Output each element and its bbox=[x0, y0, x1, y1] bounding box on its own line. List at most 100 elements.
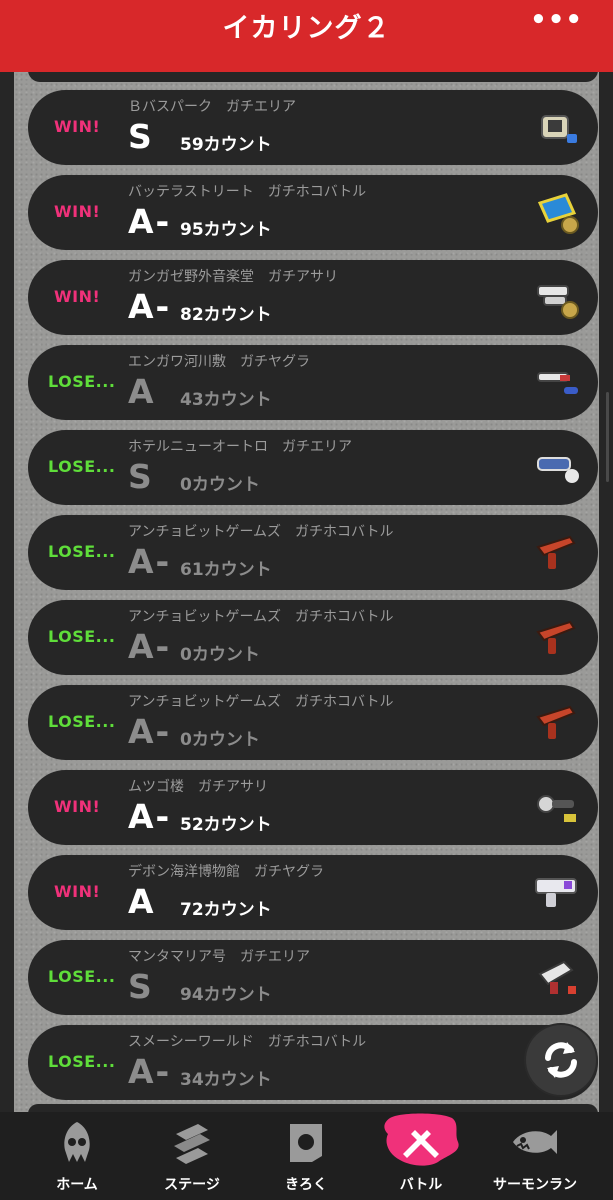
result-label: LOSE... bbox=[48, 967, 116, 986]
mode-name: ガチヤグラ bbox=[254, 864, 324, 880]
tab-label: サーモンラン bbox=[493, 1177, 577, 1193]
weapon-icon bbox=[538, 960, 576, 994]
stage-mode-label: デボン海洋博物館 ガチヤグラ bbox=[128, 861, 324, 881]
mode-name: ガチホコバトル bbox=[267, 1034, 367, 1050]
rank-label: A- bbox=[128, 202, 172, 241]
count-label: 34カウント bbox=[180, 1070, 272, 1090]
app-title: イカリング２ bbox=[222, 13, 391, 44]
mode-name: ガチエリア bbox=[240, 949, 310, 965]
result-label: LOSE... bbox=[48, 457, 116, 476]
bottom-navigation: ホーム ステージ きろく バトル サーモンラン bbox=[0, 1112, 613, 1200]
battle-card[interactable]: LOSE... アンチョビットゲームズ ガチホコバトル A- 61カウント bbox=[28, 515, 598, 590]
stage-mode-label: ムツゴ楼 ガチアサリ bbox=[128, 776, 268, 796]
result-label: WIN! bbox=[54, 797, 101, 816]
count-label: 59カウント bbox=[180, 135, 272, 155]
result-label: LOSE... bbox=[48, 1052, 116, 1071]
stage-mode-label: ガンガゼ野外音楽堂 ガチアサリ bbox=[128, 266, 338, 286]
tab-label: きろく bbox=[285, 1177, 327, 1193]
tab-home[interactable]: ホーム bbox=[16, 1112, 138, 1200]
stage-mode-label: アンチョビットゲームズ ガチホコバトル bbox=[128, 606, 393, 626]
battle-list[interactable]: WIN! Ｂバスパーク ガチエリア S 59カウント WIN! バッテラストリー… bbox=[14, 72, 599, 1112]
battle-card[interactable]: LOSE... マンタマリア号 ガチエリア S 94カウント bbox=[28, 940, 598, 1015]
weapon-icon bbox=[536, 705, 576, 739]
refresh-button[interactable] bbox=[526, 1025, 596, 1095]
weapon-icon bbox=[541, 115, 577, 143]
battle-card[interactable]: LOSE... エンガワ河川敷 ガチヤグラ A 43カウント bbox=[28, 345, 598, 420]
left-edge bbox=[0, 72, 14, 1112]
weapon-icon bbox=[536, 620, 576, 654]
tab-label: バトル bbox=[399, 1177, 443, 1193]
battle-card[interactable]: WIN! デボン海洋博物館 ガチヤグラ A 72カウント bbox=[28, 855, 598, 930]
result-label: LOSE... bbox=[48, 712, 116, 731]
rank-label: A- bbox=[128, 287, 172, 326]
rank-label: A- bbox=[128, 797, 172, 836]
stage-name: Ｂバスパーク bbox=[128, 99, 212, 115]
battle-card[interactable]: WIN! バッテラストリート ガチホコバトル A- 95カウント bbox=[28, 175, 598, 250]
rank-label: S bbox=[128, 457, 154, 496]
mode-name: ガチホコバトル bbox=[267, 184, 367, 200]
stage-mode-label: エンガワ河川敷 ガチヤグラ bbox=[128, 351, 310, 371]
battle-card[interactable]: LOSE... ホテルニューオートロ ガチエリア S 0カウント bbox=[28, 430, 598, 505]
result-label: LOSE... bbox=[48, 542, 116, 561]
rank-label: A- bbox=[128, 627, 172, 666]
count-label: 95カウント bbox=[180, 220, 272, 240]
stage-name: スメーシーワールド bbox=[128, 1034, 254, 1050]
count-label: 52カウント bbox=[180, 815, 272, 835]
weapon-icon bbox=[535, 878, 577, 907]
mode-name: ガチホコバトル bbox=[295, 694, 394, 710]
weapon-icon bbox=[537, 795, 576, 822]
weapon-icon bbox=[537, 285, 579, 319]
tab-salmon-run[interactable]: サーモンラン bbox=[474, 1112, 596, 1200]
stage-name: ガンガゼ野外音楽堂 bbox=[128, 269, 254, 285]
stage-mode-label: マンタマリア号 ガチエリア bbox=[128, 946, 310, 966]
battle-card-partial[interactable] bbox=[28, 1104, 598, 1112]
stage-name: マンタマリア号 bbox=[128, 949, 226, 965]
rank-label: S bbox=[128, 967, 154, 1006]
battle-card[interactable]: LOSE... スメーシーワールド ガチホコバトル A- 34カウント bbox=[28, 1025, 598, 1100]
result-label: LOSE... bbox=[48, 627, 116, 646]
tab-record[interactable]: きろく bbox=[245, 1112, 367, 1200]
rank-label: A- bbox=[128, 1052, 172, 1091]
battle-card[interactable]: LOSE... アンチョビットゲームズ ガチホコバトル A- 0カウント bbox=[28, 600, 598, 675]
battle-card-partial[interactable] bbox=[28, 72, 598, 82]
stage-name: アンチョビットゲームズ bbox=[128, 524, 282, 540]
app-header: イカリング２ ••• bbox=[0, 0, 613, 72]
scrollbar[interactable] bbox=[606, 392, 609, 482]
rank-label: S bbox=[128, 117, 154, 156]
rank-label: A- bbox=[128, 542, 172, 581]
battle-card[interactable]: WIN! Ｂバスパーク ガチエリア S 59カウント bbox=[28, 90, 598, 165]
count-label: 0カウント bbox=[180, 730, 260, 750]
count-label: 0カウント bbox=[180, 645, 260, 665]
mode-name: ガチアサリ bbox=[268, 269, 338, 285]
count-label: 82カウント bbox=[180, 305, 272, 325]
stage-mode-label: バッテラストリート ガチホコバトル bbox=[128, 181, 366, 201]
stage-name: ムツゴ楼 bbox=[128, 779, 184, 795]
squid-icon bbox=[64, 1122, 90, 1162]
count-label: 0カウント bbox=[180, 475, 260, 495]
count-label: 43カウント bbox=[180, 390, 272, 410]
battle-card[interactable]: WIN! ムツゴ楼 ガチアサリ A- 52カウント bbox=[28, 770, 598, 845]
count-label: 61カウント bbox=[180, 560, 272, 580]
battle-icon bbox=[403, 1130, 439, 1158]
ellipsis-icon[interactable]: ••• bbox=[530, 7, 583, 33]
weapon-icon bbox=[537, 457, 579, 483]
mode-name: ガチホコバトル bbox=[295, 524, 394, 540]
battle-card[interactable]: WIN! ガンガゼ野外音楽堂 ガチアサリ A- 82カウント bbox=[28, 260, 598, 335]
stage-mode-label: スメーシーワールド ガチホコバトル bbox=[128, 1031, 366, 1051]
tab-label: ホーム bbox=[56, 1177, 98, 1193]
count-label: 72カウント bbox=[180, 900, 272, 920]
weapon-icon bbox=[537, 372, 578, 394]
stage-name: アンチョビットゲームズ bbox=[128, 694, 282, 710]
right-edge bbox=[599, 72, 613, 1112]
stage-icon bbox=[174, 1124, 210, 1164]
stage-name: ホテルニューオートロ bbox=[128, 439, 268, 455]
tab-stage[interactable]: ステージ bbox=[131, 1112, 253, 1200]
battle-card[interactable]: LOSE... アンチョビットゲームズ ガチホコバトル A- 0カウント bbox=[28, 685, 598, 760]
stage-mode-label: Ｂバスパーク ガチエリア bbox=[128, 96, 296, 116]
result-label: WIN! bbox=[54, 287, 101, 306]
refresh-icon bbox=[545, 1042, 577, 1078]
stage-name: エンガワ河川敷 bbox=[128, 354, 226, 370]
result-label: LOSE... bbox=[48, 372, 116, 391]
tab-battle[interactable]: バトル bbox=[360, 1112, 482, 1200]
mode-name: ガチホコバトル bbox=[295, 609, 394, 625]
